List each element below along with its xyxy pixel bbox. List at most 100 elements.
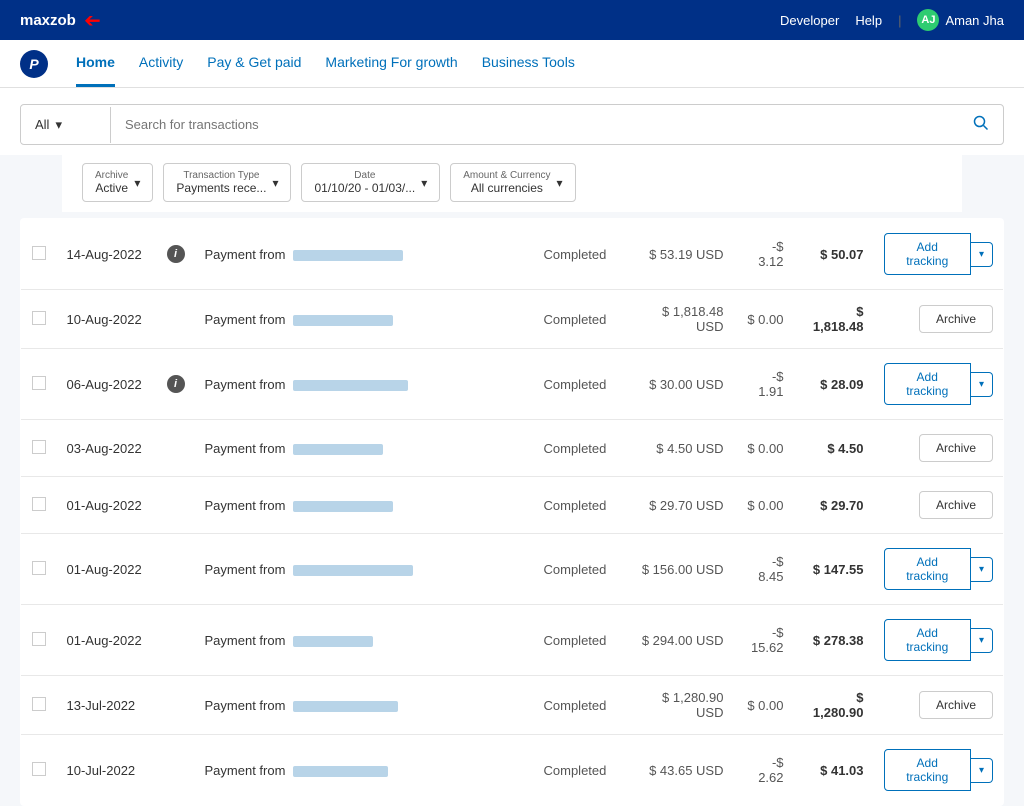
archive-button[interactable]: Archive xyxy=(919,434,993,462)
transaction-type-filter[interactable]: Transaction Type Payments rece... xyxy=(163,163,291,202)
transaction-fee: $ 0.00 xyxy=(734,676,794,735)
add-tracking-wrapper: Add tracking ▾ xyxy=(884,233,994,275)
transaction-amount: $ 1,280.90 USD xyxy=(624,676,734,735)
table-row: 03-Aug-2022 Payment from Completed $ 4.5… xyxy=(21,420,1004,477)
transaction-date: 10-Jul-2022 xyxy=(57,735,157,806)
archive-button[interactable]: Archive xyxy=(919,305,993,333)
add-tracking-dropdown-button[interactable]: ▾ xyxy=(971,557,993,582)
row-checkbox[interactable] xyxy=(32,440,46,454)
transaction-fee: -$ 2.62 xyxy=(734,735,794,806)
search-filter-value: All xyxy=(35,117,49,132)
nav-pay-get-paid[interactable]: Pay & Get paid xyxy=(207,40,301,87)
row-checkbox-cell xyxy=(21,605,57,676)
nav-home[interactable]: Home xyxy=(76,40,115,87)
transaction-net: $ 50.07 xyxy=(794,219,874,290)
archive-filter-chevron xyxy=(134,176,140,190)
row-checkbox[interactable] xyxy=(32,632,46,646)
add-tracking-button[interactable]: Add tracking xyxy=(884,548,971,590)
transaction-description: Payment from xyxy=(195,290,534,349)
add-tracking-button[interactable]: Add tracking xyxy=(884,749,971,791)
info-icon-cell xyxy=(157,735,195,806)
user-name: Aman Jha xyxy=(945,13,1004,28)
search-row: All xyxy=(20,104,1004,145)
transaction-name-blurred xyxy=(293,315,393,326)
add-tracking-button[interactable]: Add tracking xyxy=(884,363,971,405)
transaction-action: Add tracking ▾ xyxy=(874,349,1004,420)
archive-filter[interactable]: Archive Active xyxy=(82,163,153,202)
transaction-date: 03-Aug-2022 xyxy=(57,420,157,477)
nav-marketing[interactable]: Marketing For growth xyxy=(325,40,457,87)
row-checkbox[interactable] xyxy=(32,311,46,325)
table-row: 13-Jul-2022 Payment from Completed $ 1,2… xyxy=(21,676,1004,735)
search-filter-dropdown[interactable]: All xyxy=(21,107,111,143)
info-icon[interactable]: i xyxy=(167,245,185,263)
transaction-date: 01-Aug-2022 xyxy=(57,605,157,676)
transaction-fee: -$ 8.45 xyxy=(734,534,794,605)
add-tracking-dropdown-button[interactable]: ▾ xyxy=(971,242,993,267)
transaction-name-blurred xyxy=(293,250,403,261)
transaction-date: 01-Aug-2022 xyxy=(57,477,157,534)
archive-button[interactable]: Archive xyxy=(919,491,993,519)
table-row: 14-Aug-2022 i Payment from Completed $ 5… xyxy=(21,219,1004,290)
transaction-net: $ 4.50 xyxy=(794,420,874,477)
add-tracking-button[interactable]: Add tracking xyxy=(884,233,971,275)
search-button[interactable] xyxy=(959,105,1003,144)
row-checkbox[interactable] xyxy=(32,762,46,776)
transaction-net: $ 41.03 xyxy=(794,735,874,806)
transaction-name-blurred xyxy=(293,565,413,576)
transaction-type-chevron xyxy=(272,176,278,190)
row-checkbox[interactable] xyxy=(32,561,46,575)
transaction-date: 01-Aug-2022 xyxy=(57,534,157,605)
transactions-table-container: 14-Aug-2022 i Payment from Completed $ 5… xyxy=(0,218,1024,806)
user-badge[interactable]: AJ Aman Jha xyxy=(917,9,1004,31)
search-input[interactable] xyxy=(111,107,959,142)
row-checkbox[interactable] xyxy=(32,376,46,390)
add-tracking-button[interactable]: Add tracking xyxy=(884,619,971,661)
developer-link[interactable]: Developer xyxy=(780,13,839,28)
transaction-amount: $ 53.19 USD xyxy=(624,219,734,290)
transaction-action: Add tracking ▾ xyxy=(874,534,1004,605)
transaction-status: Completed xyxy=(534,735,624,806)
separator: | xyxy=(898,13,901,28)
transaction-date: 10-Aug-2022 xyxy=(57,290,157,349)
row-checkbox[interactable] xyxy=(32,697,46,711)
transaction-net: $ 28.09 xyxy=(794,349,874,420)
nav-activity[interactable]: Activity xyxy=(139,40,183,87)
transaction-action: Archive xyxy=(874,676,1004,735)
help-link[interactable]: Help xyxy=(855,13,882,28)
transaction-action: Add tracking ▾ xyxy=(874,735,1004,806)
transaction-name-blurred xyxy=(293,380,408,391)
add-tracking-dropdown-button[interactable]: ▾ xyxy=(971,372,993,397)
info-icon[interactable]: i xyxy=(167,375,185,393)
transaction-amount: $ 30.00 USD xyxy=(624,349,734,420)
currency-filter[interactable]: Amount & Currency All currencies xyxy=(450,163,575,202)
user-avatar: AJ xyxy=(917,9,939,31)
date-filter[interactable]: Date 01/10/20 - 01/03/... xyxy=(301,163,440,202)
arrow-icon: ➔ xyxy=(84,8,101,33)
info-icon-cell xyxy=(157,290,195,349)
transaction-fee: $ 0.00 xyxy=(734,420,794,477)
info-icon-cell xyxy=(157,605,195,676)
transaction-status: Completed xyxy=(534,219,624,290)
transaction-date: 13-Jul-2022 xyxy=(57,676,157,735)
row-checkbox[interactable] xyxy=(32,246,46,260)
add-tracking-dropdown-button[interactable]: ▾ xyxy=(971,628,993,653)
info-icon-cell: i xyxy=(157,349,195,420)
add-tracking-dropdown-button[interactable]: ▾ xyxy=(971,758,993,783)
transaction-date: 06-Aug-2022 xyxy=(57,349,157,420)
search-area: All xyxy=(0,88,1024,155)
transaction-fee: $ 0.00 xyxy=(734,477,794,534)
row-checkbox-cell xyxy=(21,676,57,735)
info-icon-cell xyxy=(157,534,195,605)
row-checkbox[interactable] xyxy=(32,497,46,511)
transaction-fee: -$ 3.12 xyxy=(734,219,794,290)
row-checkbox-cell xyxy=(21,534,57,605)
transaction-description: Payment from xyxy=(195,219,534,290)
nav-business-tools[interactable]: Business Tools xyxy=(482,40,575,87)
transaction-status: Completed xyxy=(534,605,624,676)
transaction-amount: $ 294.00 USD xyxy=(624,605,734,676)
brand-name: maxzob xyxy=(20,12,76,29)
transaction-description: Payment from xyxy=(195,349,534,420)
archive-button[interactable]: Archive xyxy=(919,691,993,719)
table-row: 01-Aug-2022 Payment from Completed $ 29.… xyxy=(21,477,1004,534)
